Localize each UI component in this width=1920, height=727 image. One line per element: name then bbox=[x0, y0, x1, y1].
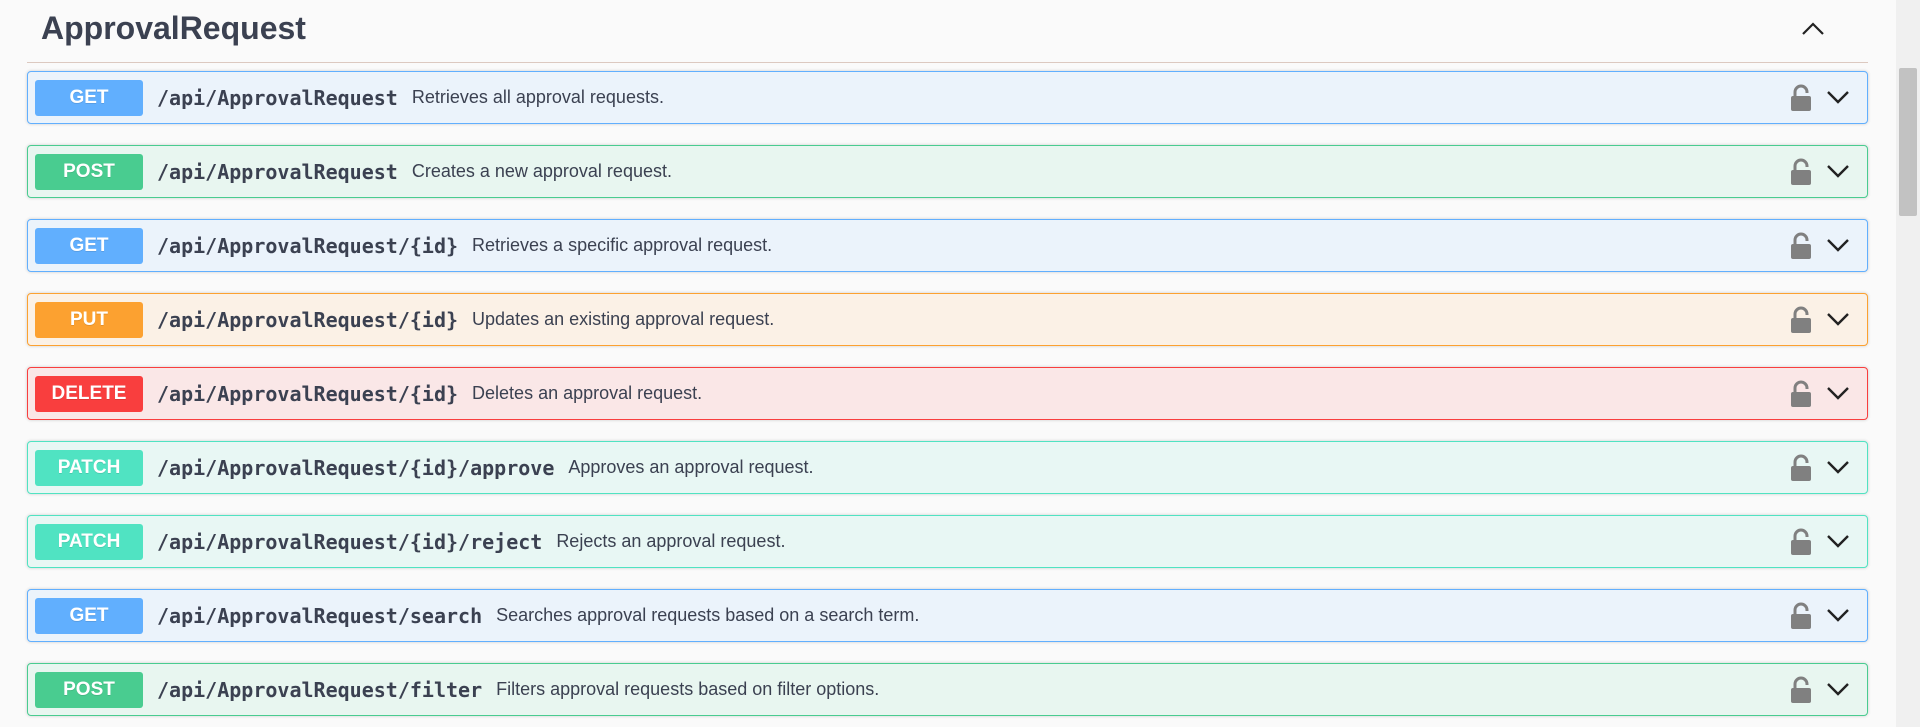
operation-summary: /api/ApprovalRequest Creates a new appro… bbox=[157, 146, 672, 197]
operation-post-filter[interactable]: POST /api/ApprovalRequest/filter Filters… bbox=[27, 663, 1868, 716]
operation-description: Rejects an approval request. bbox=[556, 531, 786, 551]
operation-get-approvalrequest[interactable]: GET /api/ApprovalRequest Retrieves all a… bbox=[27, 71, 1868, 124]
operation-description: Deletes an approval request. bbox=[472, 383, 703, 403]
chevron-down-icon[interactable] bbox=[1825, 603, 1851, 627]
unlocked-padlock-icon[interactable] bbox=[1789, 158, 1813, 186]
method-badge: GET bbox=[35, 80, 143, 116]
operation-path: /api/ApprovalRequest/{id} bbox=[157, 233, 459, 258]
unlocked-padlock-icon[interactable] bbox=[1789, 84, 1813, 112]
operation-description: Filters approval requests based on filte… bbox=[496, 679, 880, 699]
operation-path: /api/ApprovalRequest/{id} bbox=[157, 307, 459, 332]
operation-path: /api/ApprovalRequest bbox=[157, 85, 398, 110]
chevron-down-icon[interactable] bbox=[1825, 381, 1851, 405]
unlocked-padlock-icon[interactable] bbox=[1789, 528, 1813, 556]
method-badge: GET bbox=[35, 228, 143, 264]
operation-description: Retrieves a specific approval request. bbox=[472, 235, 773, 255]
method-badge: POST bbox=[35, 672, 143, 708]
operation-get-search[interactable]: GET /api/ApprovalRequest/search Searches… bbox=[27, 589, 1868, 642]
operation-patch-approve[interactable]: PATCH /api/ApprovalRequest/{id}/approve … bbox=[27, 441, 1868, 494]
section-header[interactable]: ApprovalRequest bbox=[27, 0, 1868, 63]
operation-path: /api/ApprovalRequest/{id}/approve bbox=[157, 455, 555, 480]
operation-patch-reject[interactable]: PATCH /api/ApprovalRequest/{id}/reject R… bbox=[27, 515, 1868, 568]
operation-path: /api/ApprovalRequest/{id}/reject bbox=[157, 529, 543, 554]
operation-path: /api/ApprovalRequest/search bbox=[157, 603, 483, 628]
chevron-down-icon[interactable] bbox=[1825, 159, 1851, 183]
operation-summary: /api/ApprovalRequest/search Searches app… bbox=[157, 590, 919, 641]
unlocked-padlock-icon[interactable] bbox=[1789, 232, 1813, 260]
operation-post-approvalrequest[interactable]: POST /api/ApprovalRequest Creates a new … bbox=[27, 145, 1868, 198]
operation-description: Searches approval requests based on a se… bbox=[496, 605, 920, 625]
operation-summary: /api/ApprovalRequest/{id} Retrieves a sp… bbox=[157, 220, 772, 271]
operation-put-approvalrequest-id[interactable]: PUT /api/ApprovalRequest/{id} Updates an… bbox=[27, 293, 1868, 346]
vertical-scrollbar[interactable] bbox=[1896, 0, 1920, 727]
unlocked-padlock-icon[interactable] bbox=[1789, 676, 1813, 704]
method-badge: PUT bbox=[35, 302, 143, 338]
operation-description: Retrieves all approval requests. bbox=[411, 87, 664, 107]
unlocked-padlock-icon[interactable] bbox=[1789, 306, 1813, 334]
method-badge: PATCH bbox=[35, 450, 143, 486]
operation-delete-approvalrequest-id[interactable]: DELETE /api/ApprovalRequest/{id} Deletes… bbox=[27, 367, 1868, 420]
unlocked-padlock-icon[interactable] bbox=[1789, 380, 1813, 408]
section-title: ApprovalRequest bbox=[41, 10, 306, 46]
operation-description: Approves an approval request. bbox=[568, 457, 814, 477]
operations-list: GET /api/ApprovalRequest Retrieves all a… bbox=[27, 71, 1868, 727]
chevron-down-icon[interactable] bbox=[1825, 233, 1851, 257]
unlocked-padlock-icon[interactable] bbox=[1789, 454, 1813, 482]
method-badge: PATCH bbox=[35, 524, 143, 560]
chevron-down-icon[interactable] bbox=[1825, 85, 1851, 109]
operation-path: /api/ApprovalRequest bbox=[157, 159, 398, 184]
operation-path: /api/ApprovalRequest/filter bbox=[157, 677, 483, 702]
chevron-down-icon[interactable] bbox=[1825, 455, 1851, 479]
chevron-down-icon[interactable] bbox=[1825, 677, 1851, 701]
swagger-page: ApprovalRequest GET /api/ApprovalRequest… bbox=[0, 0, 1920, 727]
operation-get-approvalrequest-id[interactable]: GET /api/ApprovalRequest/{id} Retrieves … bbox=[27, 219, 1868, 272]
chevron-down-icon[interactable] bbox=[1825, 307, 1851, 331]
operation-summary: /api/ApprovalRequest Retrieves all appro… bbox=[157, 72, 664, 123]
method-badge: POST bbox=[35, 154, 143, 190]
operation-description: Creates a new approval request. bbox=[411, 161, 672, 181]
operation-summary: /api/ApprovalRequest/{id} Updates an exi… bbox=[157, 294, 774, 345]
chevron-down-icon[interactable] bbox=[1825, 529, 1851, 553]
operation-summary: /api/ApprovalRequest/{id} Deletes an app… bbox=[157, 368, 702, 419]
operation-summary: /api/ApprovalRequest/{id}/reject Rejects… bbox=[157, 516, 785, 567]
operation-description: Updates an existing approval request. bbox=[472, 309, 775, 329]
method-badge: DELETE bbox=[35, 376, 143, 412]
scrollbar-thumb[interactable] bbox=[1899, 68, 1917, 216]
operation-summary: /api/ApprovalRequest/filter Filters appr… bbox=[157, 664, 879, 715]
unlocked-padlock-icon[interactable] bbox=[1789, 602, 1813, 630]
method-badge: GET bbox=[35, 598, 143, 634]
operation-path: /api/ApprovalRequest/{id} bbox=[157, 381, 459, 406]
operation-summary: /api/ApprovalRequest/{id}/approve Approv… bbox=[157, 442, 814, 493]
chevron-up-icon[interactable] bbox=[1796, 12, 1830, 46]
